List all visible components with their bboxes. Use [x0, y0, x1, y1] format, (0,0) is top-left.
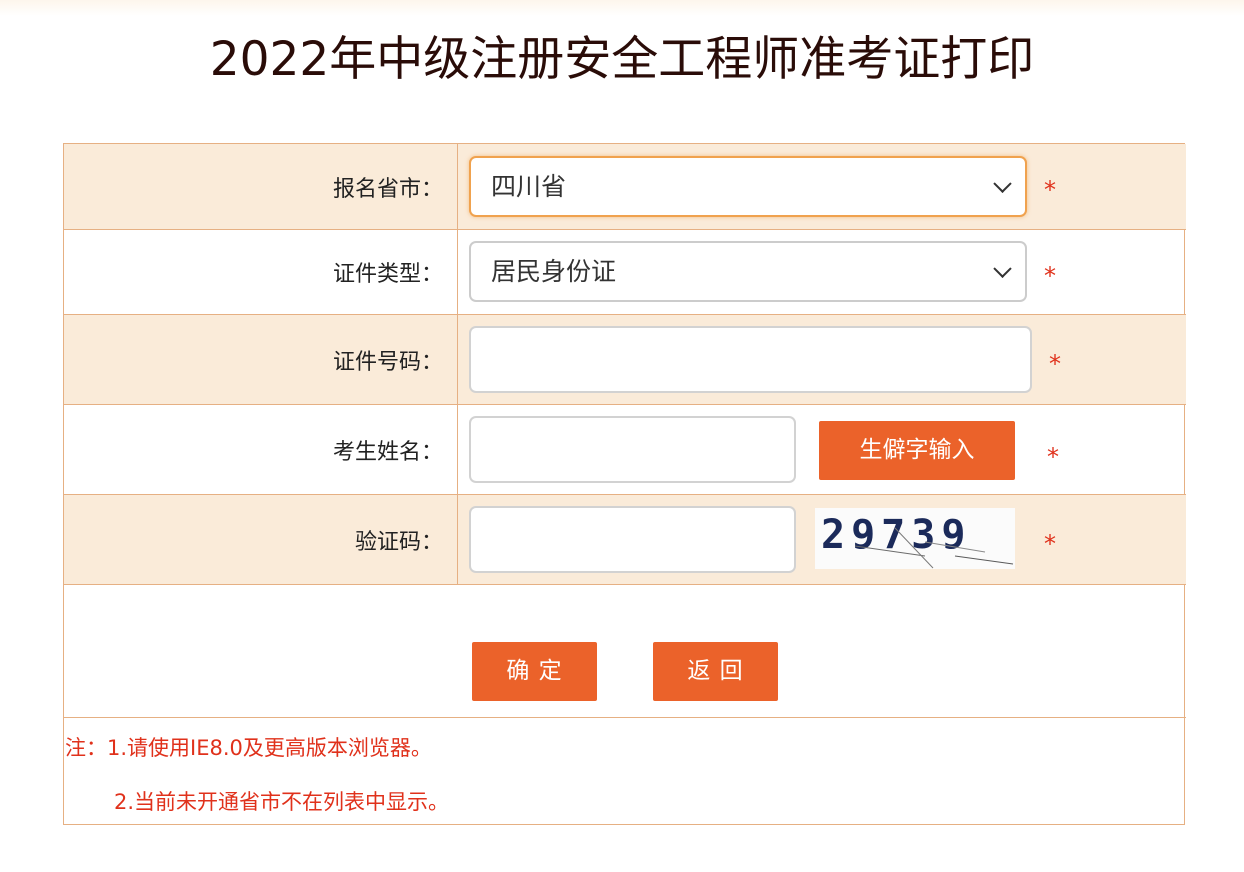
id-type-select-value: 居民身份证	[491, 257, 617, 286]
note-line-2: 2.当前未开通省市不在列表中显示。	[114, 790, 450, 814]
province-label: 报名省市：	[332, 176, 443, 202]
captcha-image[interactable]: 29739	[815, 508, 1015, 569]
required-mark: *	[1047, 443, 1059, 471]
label-cell-name: 考生姓名：	[64, 405, 458, 494]
province-select[interactable]: 四川省	[469, 156, 1027, 217]
province-select-value: 四川省	[491, 172, 567, 201]
label-cell-captcha: 验证码：	[64, 495, 458, 584]
rare-char-input-button[interactable]: 生僻字输入	[819, 421, 1015, 480]
required-mark: *	[1044, 262, 1056, 290]
row-province: 报名省市： 四川省 *	[64, 144, 1186, 230]
chevron-down-icon	[993, 259, 1012, 278]
name-input[interactable]	[469, 416, 796, 483]
id-type-select[interactable]: 居民身份证	[469, 241, 1027, 302]
row-actions: 确 定 返 回	[64, 585, 1186, 718]
page-title: 2022年中级注册安全工程师准考证打印	[209, 32, 1035, 87]
label-cell-province: 报名省市：	[64, 144, 458, 229]
captcha-input[interactable]	[469, 506, 796, 573]
note-line-1: 注：1.请使用IE8.0及更高版本浏览器。	[65, 736, 432, 760]
name-label: 考生姓名：	[332, 439, 443, 465]
row-id-type: 证件类型： 居民身份证 *	[64, 230, 1186, 315]
confirm-button[interactable]: 确 定	[472, 642, 597, 701]
chevron-down-icon	[993, 174, 1012, 193]
label-cell-id-number: 证件号码：	[64, 315, 458, 404]
id-number-input[interactable]	[469, 326, 1032, 393]
row-name: 考生姓名： 生僻字输入 *	[64, 405, 1186, 495]
row-captcha: 验证码： 29739 *	[64, 495, 1186, 585]
captcha-label: 验证码：	[354, 529, 443, 555]
back-button[interactable]: 返 回	[653, 642, 778, 701]
required-mark: *	[1044, 176, 1056, 204]
id-number-label: 证件号码：	[332, 349, 443, 375]
captcha-noise-lines	[854, 527, 1014, 569]
required-mark: *	[1049, 350, 1061, 378]
print-form: 报名省市： 四川省 * 证件类型： 居民身份证 * 证件号码： * 考生姓名：	[63, 143, 1186, 825]
id-type-label: 证件类型：	[332, 262, 443, 287]
required-mark: *	[1044, 530, 1056, 558]
row-id-number: 证件号码： *	[64, 315, 1186, 405]
top-strip	[0, 0, 1244, 16]
label-cell-id-type: 证件类型：	[64, 230, 458, 314]
